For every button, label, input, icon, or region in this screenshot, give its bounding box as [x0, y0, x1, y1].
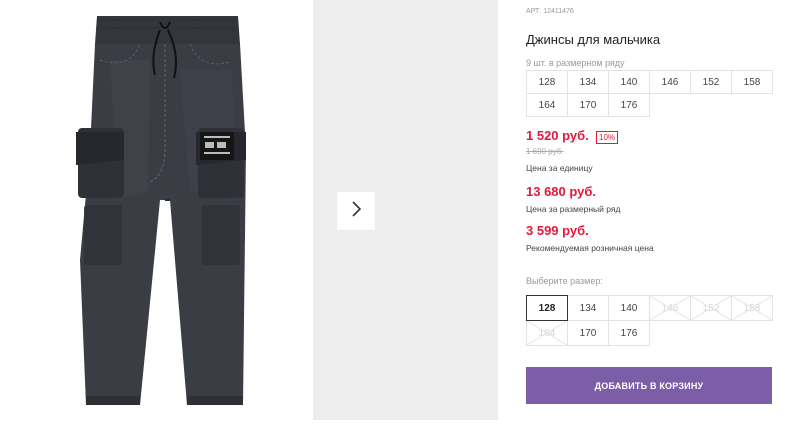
- size-option-170[interactable]: 170: [567, 320, 609, 346]
- size-option-164: 164: [526, 320, 568, 346]
- size-option-label: 170: [579, 327, 597, 339]
- size-option-146: 146: [649, 295, 691, 321]
- size-row-cell: 146: [649, 70, 691, 94]
- size-row-note: 9 шт. в размерном ряду: [526, 58, 625, 68]
- unavailable-cross-icon: [650, 296, 690, 320]
- size-option-128[interactable]: 128: [526, 295, 568, 321]
- size-option-label: 176: [620, 327, 638, 339]
- size-row-cell: 140: [608, 70, 650, 94]
- size-row-cell: 128: [526, 70, 568, 94]
- jeans-image: [76, 16, 246, 405]
- size-row-cell: 134: [567, 70, 609, 94]
- size-option-label: 140: [620, 302, 638, 314]
- product-title: Джинсы для мальчика: [526, 32, 661, 47]
- size-row-cell: 164: [526, 93, 568, 117]
- size-option-label: 134: [579, 302, 597, 314]
- unavailable-cross-icon: [527, 321, 567, 345]
- chevron-right-icon: [351, 200, 362, 222]
- row-price: 13 680 руб.: [526, 184, 597, 199]
- add-to-cart-button[interactable]: ДОБАВИТЬ В КОРЗИНУ: [526, 367, 772, 404]
- size-option-158: 158: [731, 295, 773, 321]
- size-option-176[interactable]: 176: [608, 320, 650, 346]
- size-option-label: 128: [538, 302, 556, 314]
- size-row-cell: 170: [567, 93, 609, 117]
- gallery-next-button[interactable]: [337, 192, 375, 230]
- size-selector: 128 134 140 146152158 164 170 176: [526, 295, 773, 346]
- size-row-cell: 152: [690, 70, 732, 94]
- size-row-cell: 176: [608, 93, 650, 117]
- unavailable-cross-icon: [732, 296, 772, 320]
- size-option-134[interactable]: 134: [567, 295, 609, 321]
- discount-badge: 10%: [596, 131, 619, 144]
- unit-price-caption: Цена за единицу: [526, 163, 593, 173]
- retail-price-caption: Рекомендуемая розничная цена: [526, 243, 654, 253]
- old-price: 1 690 руб.: [526, 147, 564, 156]
- size-option-140[interactable]: 140: [608, 295, 650, 321]
- unit-price: 1 520 руб.: [526, 128, 589, 143]
- size-row-cell: 158: [731, 70, 773, 94]
- row-price-caption: Цена за размерный ряд: [526, 204, 621, 214]
- size-option-152: 152: [690, 295, 732, 321]
- product-gallery: [0, 0, 498, 420]
- choose-size-label: Выберите размер:: [526, 276, 603, 286]
- unavailable-cross-icon: [691, 296, 731, 320]
- size-row-grid: 128 134 140 146 152 158 164 170 176: [526, 70, 773, 117]
- retail-price: 3 599 руб.: [526, 223, 589, 238]
- product-photo[interactable]: [0, 0, 312, 420]
- product-sku: АРТ: 12411476: [526, 8, 574, 15]
